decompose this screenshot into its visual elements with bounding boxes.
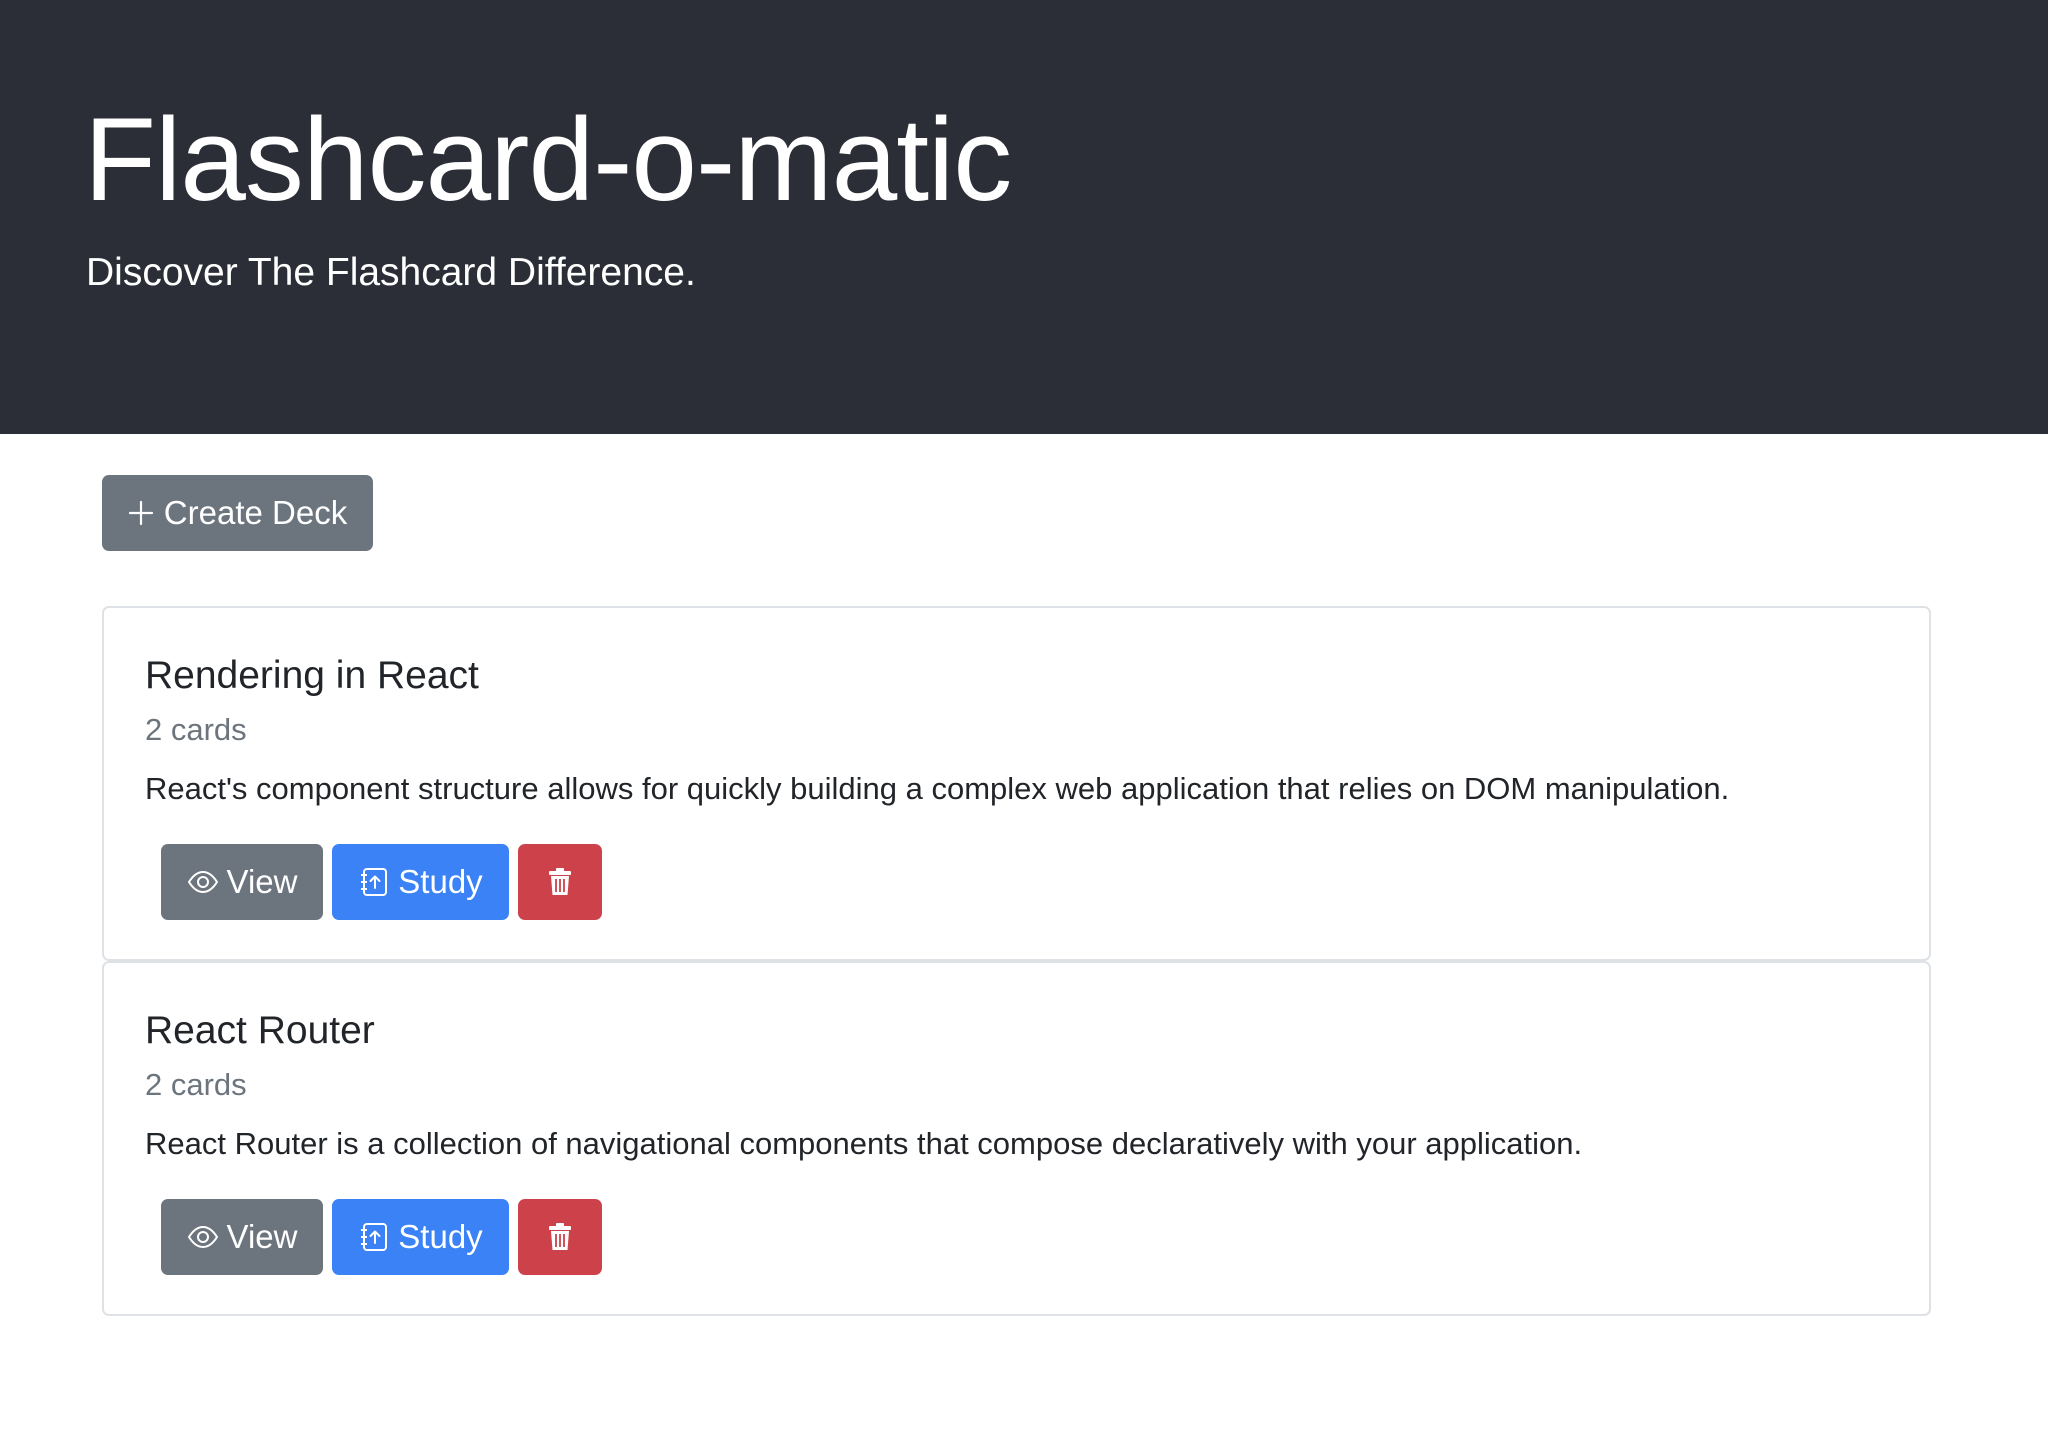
journal-arrow-up-icon — [358, 866, 390, 898]
study-deck-label: Study — [398, 863, 483, 900]
deck-name: React Router — [145, 1009, 375, 1052]
trash-icon — [546, 1222, 574, 1252]
deck-card-count: 2 cards — [145, 712, 247, 747]
deck-description: React's component structure allows for q… — [145, 771, 1730, 806]
view-deck-label: View — [226, 863, 298, 900]
deck-name: Rendering in React — [145, 654, 479, 697]
deck-description: React Router is a collection of navigati… — [145, 1126, 1583, 1161]
eye-icon — [187, 866, 219, 898]
journal-arrow-up-icon — [358, 1221, 390, 1253]
view-deck-button[interactable]: View — [161, 844, 323, 920]
page-title: Flashcard-o-matic — [84, 94, 1012, 226]
study-deck-button[interactable]: Study — [332, 1199, 509, 1275]
deck-actions: View Study — [161, 844, 602, 920]
deck-card: React Router 2 cards React Router is a c… — [102, 961, 1931, 1316]
plus-icon — [128, 500, 154, 526]
eye-icon — [187, 1221, 219, 1253]
create-deck-button[interactable]: Create Deck — [102, 475, 373, 551]
study-deck-label: Study — [398, 1218, 483, 1255]
delete-deck-button[interactable] — [518, 844, 602, 920]
deck-list: Rendering in React 2 cards React's compo… — [102, 606, 1931, 1316]
study-deck-button[interactable]: Study — [332, 844, 509, 920]
deck-card-count: 2 cards — [145, 1067, 247, 1102]
create-deck-label: Create Deck — [163, 494, 348, 531]
view-deck-button[interactable]: View — [161, 1199, 323, 1275]
header-banner: Flashcard-o-matic Discover The Flashcard… — [0, 0, 2048, 434]
deck-card: Rendering in React 2 cards React's compo… — [102, 606, 1931, 961]
delete-deck-button[interactable] — [518, 1199, 602, 1275]
page-subtitle: Discover The Flashcard Difference. — [86, 251, 696, 294]
view-deck-label: View — [226, 1218, 298, 1255]
deck-actions: View Study — [161, 1199, 602, 1275]
trash-icon — [546, 867, 574, 897]
